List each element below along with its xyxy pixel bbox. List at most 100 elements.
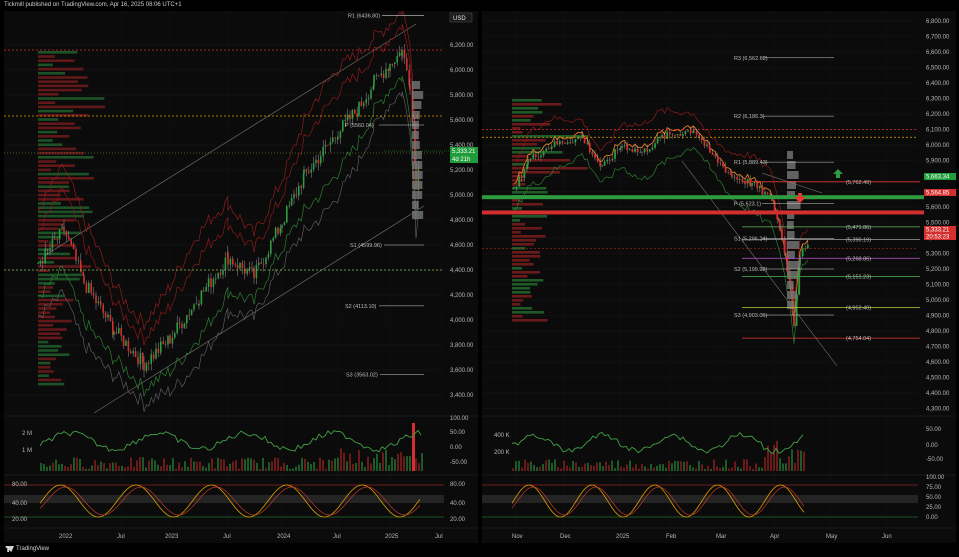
volume-bar xyxy=(295,466,297,471)
candle-body xyxy=(382,73,385,78)
session-volume-bar xyxy=(787,221,794,229)
volume-profile-bar xyxy=(512,291,531,294)
candle-body xyxy=(219,272,222,275)
volume-profile-bar xyxy=(38,328,67,331)
candle-body xyxy=(729,172,732,175)
volume-bar xyxy=(115,462,117,471)
volume-bar xyxy=(566,465,568,471)
volume-bar xyxy=(770,453,772,471)
volume-bar xyxy=(292,468,294,471)
right-chart-canvas[interactable]: R3 (6,562.62) R2 (6,186.3) R1 (5,889.43) P … xyxy=(482,11,956,543)
candle-body xyxy=(806,244,809,249)
right-time-axis[interactable]: Nov Dec 2025 Feb Mar Apr May Jun xyxy=(482,527,956,540)
volume-bar xyxy=(232,461,234,471)
right-chart-pane[interactable]: R3 (6,562.62) R2 (6,186.3) R1 (5,889.43) P … xyxy=(482,11,956,543)
volume-bar xyxy=(199,461,201,471)
candle-body xyxy=(188,315,190,316)
volume-bar xyxy=(310,463,312,471)
candle-body xyxy=(164,343,167,345)
volume-profile-bar xyxy=(38,324,53,327)
candle-body xyxy=(547,148,550,150)
candle-body xyxy=(346,114,349,121)
stoch-tick-label: 75.00 xyxy=(926,485,942,491)
candle-body xyxy=(262,263,265,265)
candle-body xyxy=(614,149,616,159)
candle-body xyxy=(639,151,642,153)
candle-body xyxy=(327,144,329,146)
volume-profile-bar xyxy=(512,123,551,126)
price-tick-label: 5,200.00 xyxy=(450,168,474,174)
volume-bar xyxy=(590,465,592,471)
candle-body xyxy=(601,165,603,167)
candle-body xyxy=(616,149,619,151)
volume-bar xyxy=(163,458,165,471)
volume-bar xyxy=(67,466,69,471)
left-time-axis[interactable]: 2022 Jul 2023 Jul 2024 Jul 2025 Jul xyxy=(4,527,478,540)
candle-body xyxy=(626,145,629,151)
volume-bar xyxy=(572,460,574,471)
volume-bar xyxy=(325,468,327,471)
volume-profile-bar xyxy=(38,307,57,310)
volume-bar xyxy=(725,459,727,471)
volume-bar xyxy=(524,459,526,471)
volume-bar xyxy=(575,462,577,471)
candle-body xyxy=(334,137,336,139)
volume-tick-label: 2 M xyxy=(22,431,32,437)
candle-body xyxy=(769,193,772,195)
candle-body xyxy=(518,176,521,187)
pivot-label: S1 (4599.96) xyxy=(350,243,382,249)
candle-body xyxy=(125,340,127,346)
volume-profile-bar xyxy=(38,336,63,340)
tradingview-logo[interactable]: TradingView xyxy=(5,546,49,552)
volume-tick-label: 400 K xyxy=(494,433,510,439)
volume-bar xyxy=(355,463,357,471)
price-tick-label: 5,200.00 xyxy=(926,267,950,273)
left-countdown-tag-text: 4d 21h xyxy=(452,157,470,163)
candle-body xyxy=(198,304,200,305)
price-tick-label: 5,000.00 xyxy=(926,298,950,304)
candle-body xyxy=(152,354,155,359)
volume-bar xyxy=(668,460,670,471)
session-volume-bar xyxy=(787,291,797,299)
volume-bar xyxy=(391,457,393,471)
candle-body xyxy=(749,179,752,187)
volume-bar xyxy=(235,459,237,471)
candle-body xyxy=(317,159,320,164)
volume-profile-bar xyxy=(38,349,59,352)
volume-bar xyxy=(551,462,553,471)
candle-body xyxy=(75,248,77,261)
candle-body xyxy=(611,158,614,161)
left-chart-pane[interactable]: R1 (6436.80) P (5560.04) S1 (4599.96) S2 (4… xyxy=(4,11,478,543)
volume-profile-bar xyxy=(38,193,61,197)
volume-bar xyxy=(596,462,598,471)
time-tick-label: Apr xyxy=(770,534,779,540)
volume-bar xyxy=(208,463,210,471)
volume-bar xyxy=(388,464,390,471)
stoch-tick-label: 40.00 xyxy=(12,501,28,507)
volume-bar xyxy=(782,463,784,471)
volume-profile-bar xyxy=(38,88,82,92)
candle-body xyxy=(178,322,181,325)
volume-bar xyxy=(283,462,285,471)
volume-bar xyxy=(737,466,739,471)
volume-profile-bar xyxy=(512,203,543,206)
candle-body xyxy=(61,226,63,229)
volume-bar xyxy=(623,467,625,471)
volume-bar xyxy=(403,456,405,471)
price-tick-label: 4,400.00 xyxy=(926,391,950,397)
volume-profile-bar xyxy=(512,303,521,306)
right-price-axis[interactable]: 6,800.00 6,700.00 6,600.00 6,500.00 6,400.00… xyxy=(926,19,950,413)
volume-profile-bar xyxy=(38,353,70,356)
volume-profile-bar xyxy=(38,185,70,188)
volume-bar xyxy=(217,457,219,471)
volume-profile-bar xyxy=(512,239,537,242)
candle-body xyxy=(671,134,674,136)
price-tick-label: 6,800.00 xyxy=(926,19,950,25)
volume-bar xyxy=(421,453,423,471)
target-label: (5,268.86) xyxy=(846,256,871,262)
candle-body xyxy=(370,89,372,99)
left-price-axis[interactable]: 6,200.006,000.005,800.005,600.005,400.00… xyxy=(450,43,474,399)
volume-bar xyxy=(385,449,387,471)
volume-bar xyxy=(319,457,321,471)
left-chart-canvas[interactable]: R1 (6436.80) P (5560.04) S1 (4599.96) S2 (4… xyxy=(4,11,478,543)
